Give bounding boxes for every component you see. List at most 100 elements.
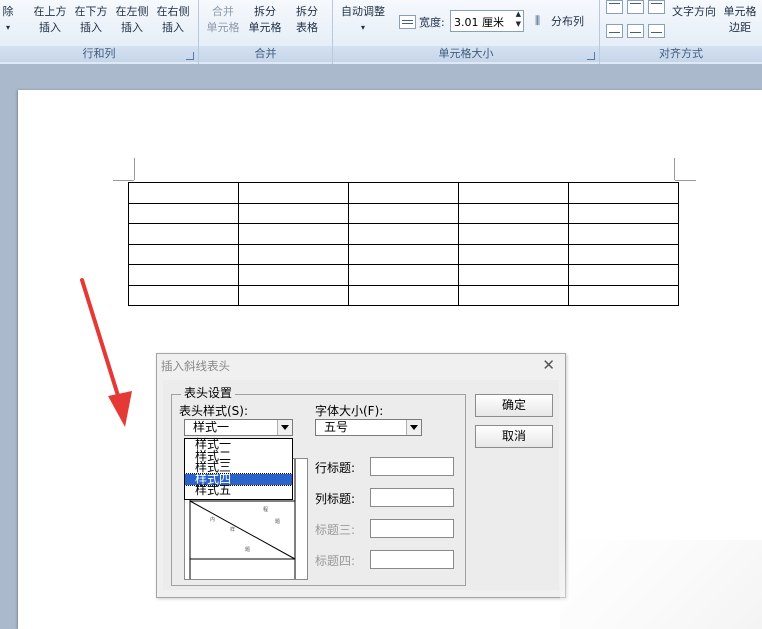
title4-input — [370, 550, 454, 569]
crop-mark — [675, 180, 696, 181]
chevron-down-icon: ▾ — [5, 23, 10, 32]
dialog-body: 表头设置 表头样式(S): 样式一 内 程 样 题 题 样式一 样式二 样式三 … — [163, 380, 559, 590]
col-title-input[interactable] — [370, 488, 454, 507]
split-table-button[interactable]: 拆分 表格 — [287, 4, 327, 36]
table-cell[interactable] — [238, 202, 349, 224]
group-rows-cols: 除 ▾ 在上方 插入 在下方 插入 在左侧 插入 在右侧 插入 行和列 — [0, 0, 199, 64]
group-caption-merge: 合并 — [199, 46, 332, 62]
table-width-icon — [399, 15, 416, 29]
spinner-down-icon[interactable]: ▼ — [516, 20, 521, 28]
close-icon[interactable]: ✕ — [542, 356, 555, 374]
text-direction-button[interactable]: 文字方向 — [670, 4, 718, 20]
title3-label: 标题三: — [315, 523, 356, 537]
table-cell[interactable] — [568, 284, 679, 306]
crop-mark — [674, 158, 675, 180]
width-value: 3.01 厘米 — [454, 16, 504, 29]
group-label: 表头设置 — [181, 384, 236, 401]
cancel-button[interactable]: 取消 — [475, 425, 553, 448]
align-bottom-center-icon[interactable] — [627, 24, 644, 38]
table-cell[interactable] — [238, 264, 349, 286]
distribute-columns-icon: ⫼ — [535, 14, 541, 27]
table-row — [128, 202, 679, 224]
table-cell[interactable] — [348, 264, 459, 286]
autofit-button[interactable]: 自动调整 ▾ — [337, 4, 389, 36]
split-cells-button[interactable]: 拆分 单元格 — [245, 4, 285, 36]
font-size-select[interactable]: 五号 — [315, 419, 422, 436]
table-cell[interactable] — [568, 223, 679, 245]
table-cell[interactable] — [568, 182, 679, 204]
insert-below-button[interactable]: 在下方 插入 — [71, 4, 111, 36]
table-row — [128, 264, 679, 286]
style-dropdown-list[interactable]: 样式一 样式二 样式三 样式四 样式五 — [184, 438, 293, 500]
row-title-input[interactable] — [370, 457, 454, 476]
crop-mark — [113, 180, 134, 181]
table-cell[interactable] — [348, 182, 459, 204]
insert-left-button[interactable]: 在左侧 插入 — [112, 4, 152, 36]
table-cell[interactable] — [458, 182, 569, 204]
table-cell[interactable] — [128, 223, 239, 245]
style-option[interactable]: 样式五 — [185, 484, 292, 497]
group-caption-alignment: 对齐方式 — [600, 46, 762, 62]
table-cell[interactable] — [458, 223, 569, 245]
align-top-center-icon[interactable] — [627, 0, 644, 14]
width-label: 宽度: — [419, 16, 445, 29]
table-cell[interactable] — [238, 182, 349, 204]
ok-button[interactable]: 确定 — [475, 394, 553, 417]
group-cell-size: 自动调整 ▾ 宽度: 3.01 厘米 ▲ ▼ ⫼ 分布列 单元格大小 — [333, 0, 600, 64]
svg-text:题: 题 — [245, 547, 250, 553]
table-cell[interactable] — [128, 264, 239, 286]
align-top-right-icon[interactable] — [648, 0, 665, 14]
insert-above-button[interactable]: 在上方 插入 — [30, 4, 70, 36]
align-top-left-icon[interactable] — [606, 0, 623, 14]
table-row — [128, 182, 679, 204]
table-row — [128, 223, 679, 245]
table-cell[interactable] — [128, 182, 239, 204]
cell-margins-button[interactable]: 单元格 边距 — [721, 4, 759, 36]
style-select[interactable]: 样式一 — [184, 419, 293, 436]
table-cell[interactable] — [568, 202, 679, 224]
row-title-label: 行标题: — [315, 461, 356, 475]
svg-text:程: 程 — [263, 506, 268, 513]
chevron-down-icon[interactable] — [277, 420, 292, 435]
table-cell[interactable] — [348, 284, 459, 306]
table-cell[interactable] — [458, 243, 569, 265]
group-caption-rows-cols: 行和列 — [0, 46, 198, 62]
font-size-value: 五号 — [324, 420, 349, 434]
table-cell[interactable] — [348, 202, 459, 224]
width-spinner[interactable]: 3.01 厘米 ▲ ▼ — [450, 10, 524, 32]
table-cell[interactable] — [568, 264, 679, 286]
table-cell[interactable] — [238, 223, 349, 245]
table-cell[interactable] — [458, 284, 569, 306]
document-table[interactable] — [128, 182, 679, 306]
table-cell[interactable] — [128, 243, 239, 265]
dialog-launcher-icon[interactable] — [186, 52, 194, 60]
distribute-columns-button[interactable]: ⫼ 分布列 — [533, 12, 593, 30]
insert-right-button[interactable]: 在右侧 插入 — [153, 4, 193, 36]
group-caption-cell-size: 单元格大小 — [333, 46, 599, 62]
table-cell[interactable] — [568, 243, 679, 265]
table-cell[interactable] — [458, 202, 569, 224]
table-cell[interactable] — [348, 243, 459, 265]
insert-diagonal-header-dialog: 插入斜线表头 ✕ 表头设置 表头样式(S): 样式一 内 程 样 题 题 样式一… — [156, 353, 566, 598]
table-cell[interactable] — [238, 243, 349, 265]
align-bottom-left-icon[interactable] — [606, 24, 623, 38]
delete-button[interactable]: 除 ▾ — [0, 4, 16, 36]
table-cell[interactable] — [458, 264, 569, 286]
crop-mark — [134, 158, 135, 180]
ribbon: 除 ▾ 在上方 插入 在下方 插入 在左侧 插入 在右侧 插入 行和列 合并 单… — [0, 0, 762, 65]
table-cell[interactable] — [238, 284, 349, 306]
table-cell[interactable] — [128, 284, 239, 306]
svg-text:样: 样 — [230, 526, 235, 533]
dialog-launcher-icon[interactable] — [587, 52, 595, 60]
table-cell[interactable] — [128, 202, 239, 224]
table-row — [128, 243, 679, 265]
title3-input — [370, 519, 454, 538]
chevron-down-icon[interactable] — [406, 420, 421, 435]
group-merge: 合并 单元格 拆分 单元格 拆分 表格 合并 — [199, 0, 333, 64]
style-select-value: 样式一 — [193, 420, 230, 434]
red-arrow-annotation — [80, 278, 132, 427]
table-cell[interactable] — [348, 223, 459, 245]
align-bottom-right-icon[interactable] — [648, 24, 665, 38]
spinner-up-icon[interactable]: ▲ — [516, 10, 521, 18]
merge-cells-button[interactable]: 合并 单元格 — [203, 4, 243, 36]
